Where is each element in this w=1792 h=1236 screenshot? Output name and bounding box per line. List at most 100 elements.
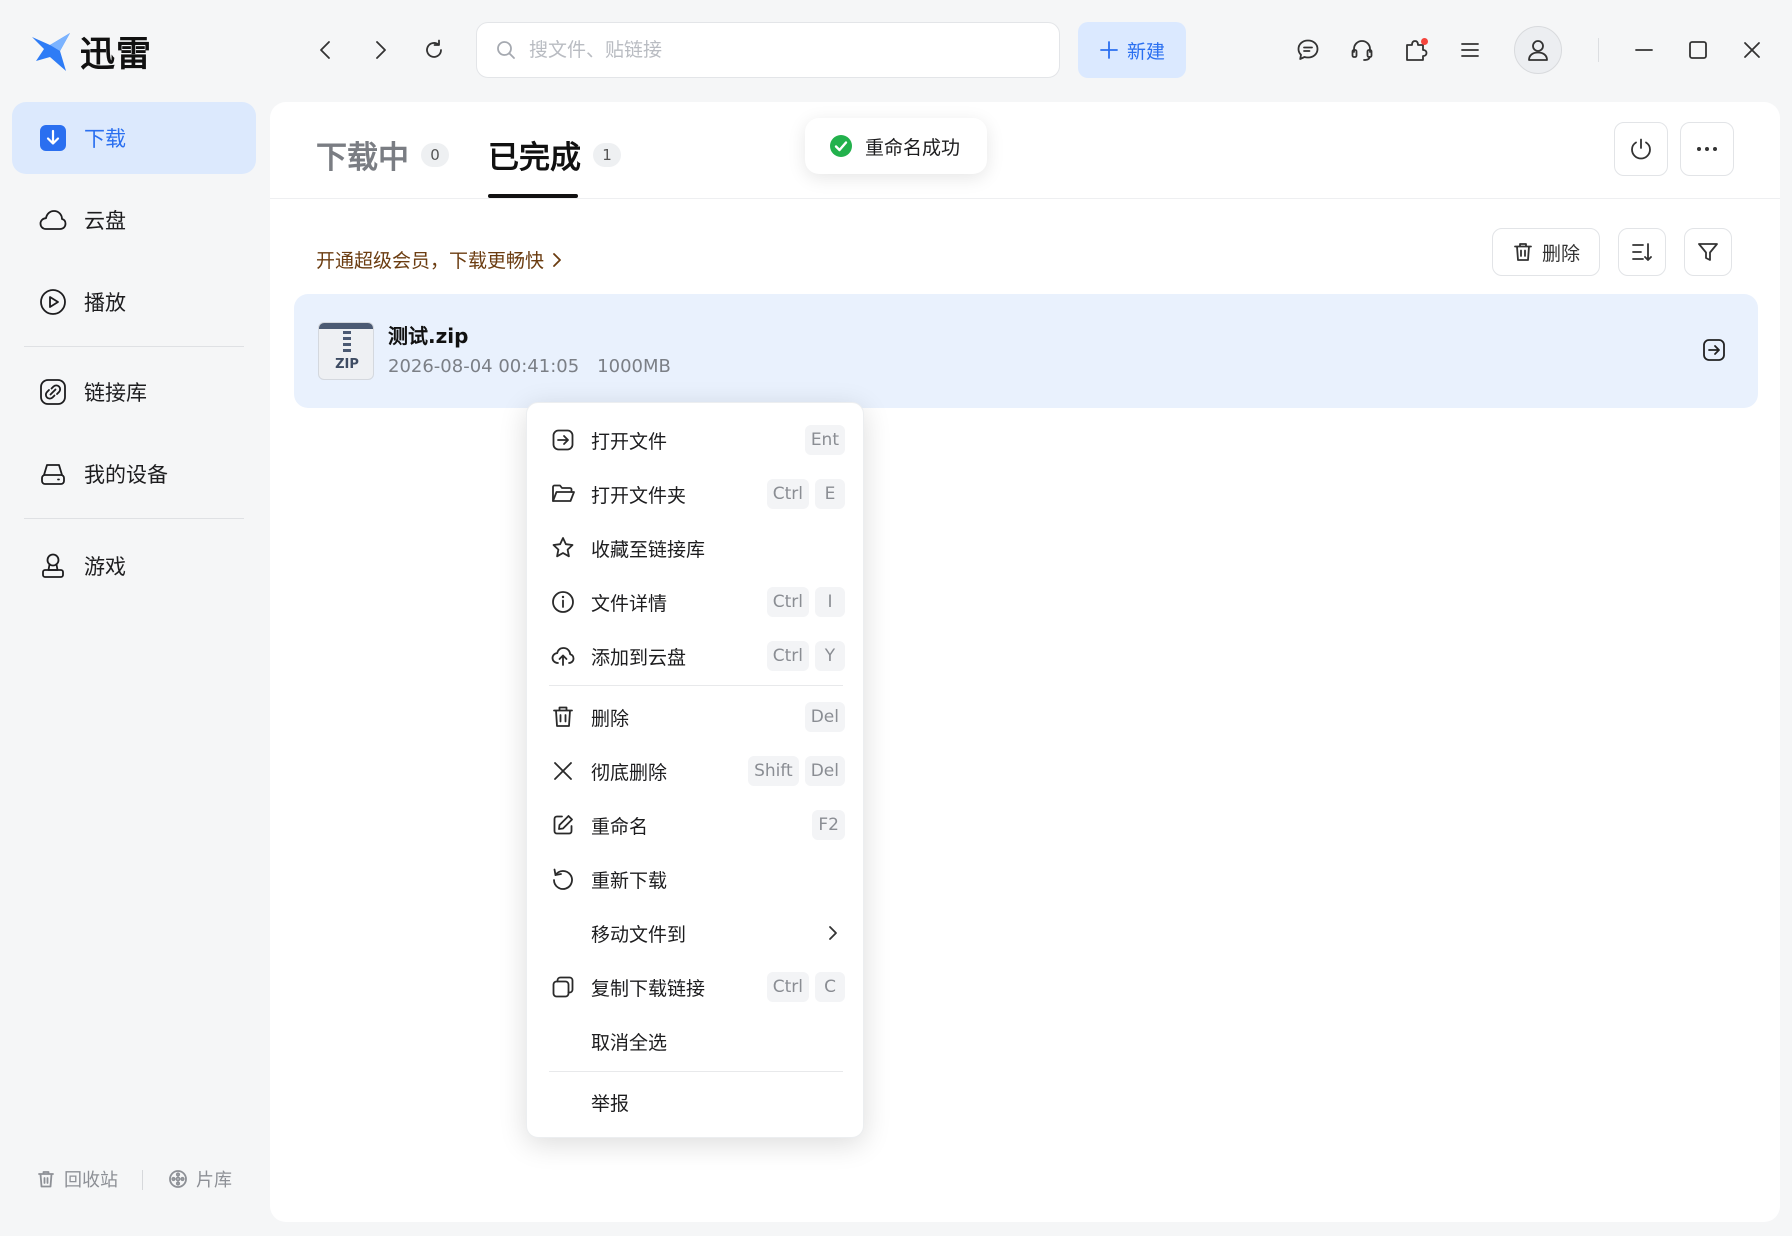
file-list-row[interactable]: ZIP 测试.zip 2026-08-04 00:41:05 1000MB (294, 294, 1758, 408)
sidebar-item-label: 链接库 (84, 381, 147, 405)
menu-item-save-to-links[interactable]: 收藏至链接库 (527, 525, 865, 571)
menu-item-deselect-all[interactable]: 取消全选 (527, 1018, 865, 1064)
main-menu-button[interactable] (1450, 30, 1490, 70)
menu-item-file-details[interactable]: 文件详情 Ctrl I (527, 579, 865, 625)
delete-button-label: 删除 (1541, 242, 1580, 265)
power-icon (1631, 138, 1651, 160)
search-input[interactable] (529, 39, 1009, 61)
filter-button[interactable] (1684, 228, 1732, 276)
menu-item-open-file[interactable]: 打开文件 Ent (527, 417, 865, 463)
message-button[interactable] (1288, 30, 1328, 70)
menu-item-label: 打开文件 (591, 430, 668, 453)
main-panel: 下载中 0 已完成 1 重命名成功 开通超级会员，下载更畅快 删除 ZIP 测试… (270, 102, 1780, 1222)
shortcut-key: Ctrl (766, 587, 809, 617)
game-icon (38, 551, 68, 581)
shortcut-key: C (815, 972, 845, 1002)
shortcut-key: Y (815, 641, 845, 671)
header-divider (270, 198, 1780, 199)
vip-promo-link[interactable]: 开通超级会员，下载更畅快 (316, 246, 564, 273)
menu-item-report[interactable]: 举报 (527, 1079, 865, 1125)
file-meta: 2026-08-04 00:41:05 1000MB (388, 356, 671, 377)
chat-bubble-icon (1297, 39, 1319, 60)
play-icon (38, 287, 68, 317)
chevron-left-icon (320, 41, 330, 59)
tab-count-badge: 0 (421, 142, 449, 167)
tab-downloading[interactable]: 下载中 0 (316, 132, 449, 177)
sidebar-item-cloud[interactable]: 云盘 (12, 184, 256, 256)
shortcut-key: E (815, 479, 845, 509)
menu-item-label: 彻底删除 (591, 761, 668, 784)
maximize-icon (1689, 41, 1707, 59)
open-file-button[interactable] (1696, 332, 1732, 368)
menu-item-label: 重命名 (591, 815, 649, 838)
shortcut-key: Del (804, 702, 845, 732)
menu-item-redownload[interactable]: 重新下载 (527, 856, 865, 902)
headset-icon (1351, 40, 1373, 61)
copy-icon (549, 973, 577, 1001)
minimize-button[interactable] (1624, 30, 1664, 70)
menu-item-permanent-delete[interactable]: 彻底删除 Shift Del (527, 748, 865, 794)
edit-icon (549, 811, 577, 839)
shortcut-key: Shift (748, 756, 799, 786)
menu-item-move-file[interactable]: 移动文件到 (527, 910, 865, 956)
menu-item-label: 添加到云盘 (591, 646, 687, 669)
forward-button[interactable] (360, 30, 400, 70)
download-icon (38, 123, 68, 153)
menu-item-label: 举报 (591, 1092, 630, 1115)
trash-icon (549, 703, 577, 731)
menu-item-label: 收藏至链接库 (591, 538, 706, 561)
recycle-bin-link[interactable]: 回收站 (36, 1166, 118, 1192)
folder-open-icon (549, 480, 577, 508)
sidebar-item-devices[interactable]: 我的设备 (12, 438, 256, 510)
sort-icon (1632, 243, 1652, 261)
chevron-right-icon (376, 41, 386, 59)
menu-item-copy-link[interactable]: 复制下载链接 Ctrl C (527, 964, 865, 1010)
tab-label: 已完成 (488, 140, 581, 176)
star-icon (549, 534, 577, 562)
open-file-icon (549, 426, 577, 454)
sidebar-item-play[interactable]: 播放 (12, 266, 256, 338)
power-button[interactable] (1614, 122, 1668, 176)
shortcut-key: Ctrl (766, 972, 809, 1002)
back-button[interactable] (306, 30, 346, 70)
refresh-button[interactable] (414, 30, 454, 70)
search-box[interactable] (476, 22, 1060, 78)
delete-button[interactable]: 删除 (1492, 228, 1600, 276)
sidebar-item-label: 云盘 (84, 209, 126, 233)
shortcut-key: F2 (812, 810, 845, 840)
shortcut-key: Del (804, 756, 845, 786)
menu-item-label: 文件详情 (591, 592, 668, 615)
chevron-right-icon (553, 252, 561, 267)
more-options-button[interactable] (1680, 122, 1734, 176)
sidebar-item-games[interactable]: 游戏 (12, 530, 256, 602)
menu-item-delete[interactable]: 删除 Del (527, 694, 865, 740)
maximize-button[interactable] (1678, 30, 1718, 70)
file-size: 1000MB (597, 356, 671, 377)
shortcut-key: Ctrl (766, 641, 809, 671)
menu-item-open-folder[interactable]: 打开文件夹 Ctrl E (527, 471, 865, 517)
menu-item-rename[interactable]: 重命名 F2 (527, 802, 865, 848)
film-library-label: 片库 (196, 1170, 232, 1191)
customer-service-button[interactable] (1342, 30, 1382, 70)
tab-completed[interactable]: 已完成 1 (488, 132, 621, 177)
menu-item-add-to-cloud[interactable]: 添加到云盘 Ctrl Y (527, 633, 865, 679)
plugins-button[interactable] (1396, 30, 1436, 70)
sidebar-item-links[interactable]: 链接库 (12, 356, 256, 428)
film-library-link[interactable]: 片库 (168, 1166, 232, 1192)
film-icon (169, 1170, 187, 1188)
sidebar-item-download[interactable]: 下载 (12, 102, 256, 174)
tab-count-badge: 1 (593, 142, 621, 167)
minimize-icon (1635, 49, 1653, 51)
shortcut-key: I (815, 587, 845, 617)
title-separator (1598, 38, 1599, 62)
sidebar-item-label: 我的设备 (84, 463, 168, 487)
sort-button[interactable] (1618, 228, 1666, 276)
sidebar-divider (24, 518, 244, 519)
menu-item-label: 移动文件到 (591, 923, 687, 946)
menu-item-label: 打开文件夹 (591, 484, 687, 507)
file-date: 2026-08-04 00:41:05 (388, 356, 580, 377)
new-task-button[interactable]: 新建 (1078, 22, 1186, 78)
close-window-button[interactable] (1732, 30, 1772, 70)
user-avatar[interactable] (1514, 26, 1562, 74)
open-file-icon (1703, 339, 1725, 361)
